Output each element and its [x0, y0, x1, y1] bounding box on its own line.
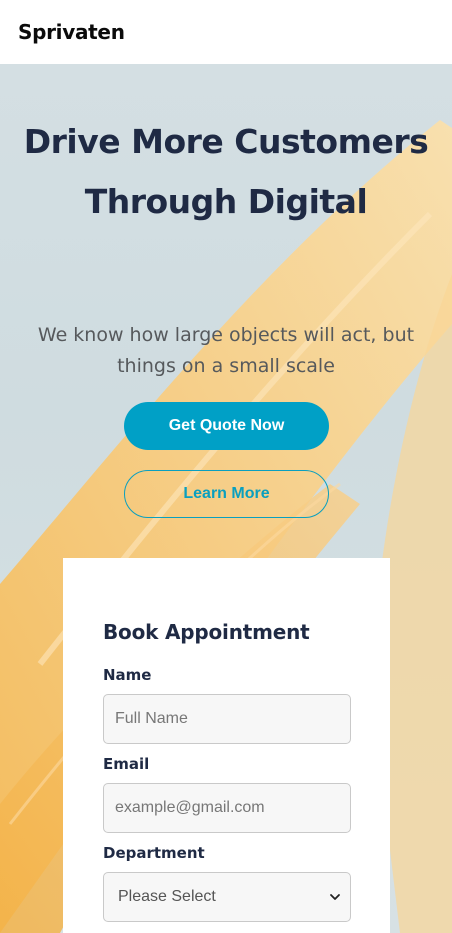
email-label: Email: [103, 755, 150, 773]
get-quote-button[interactable]: Get Quote Now: [124, 402, 329, 450]
department-select-value[interactable]: Please Select: [103, 872, 351, 922]
learn-more-button[interactable]: Learn More: [124, 470, 329, 518]
site-header: Sprivaten: [0, 0, 452, 64]
hero-section: Drive More Customers Through Digital We …: [0, 64, 452, 933]
hero-subtitle: We know how large objects will act, but …: [37, 324, 415, 377]
page: Sprivaten Drive More Customers Through D…: [0, 0, 452, 933]
chevron-down-icon: [330, 894, 340, 900]
appointment-card: Book Appointment Name Email Department P…: [63, 558, 390, 933]
hero-title: Drive More Customers Through Digital: [23, 122, 429, 221]
name-label: Name: [103, 666, 152, 684]
department-select[interactable]: Please Select: [103, 872, 351, 922]
email-field[interactable]: [103, 783, 351, 833]
department-label: Department: [103, 844, 205, 862]
brand-logo[interactable]: Sprivaten: [18, 20, 125, 44]
appointment-title: Book Appointment: [103, 620, 310, 644]
name-field[interactable]: [103, 694, 351, 744]
